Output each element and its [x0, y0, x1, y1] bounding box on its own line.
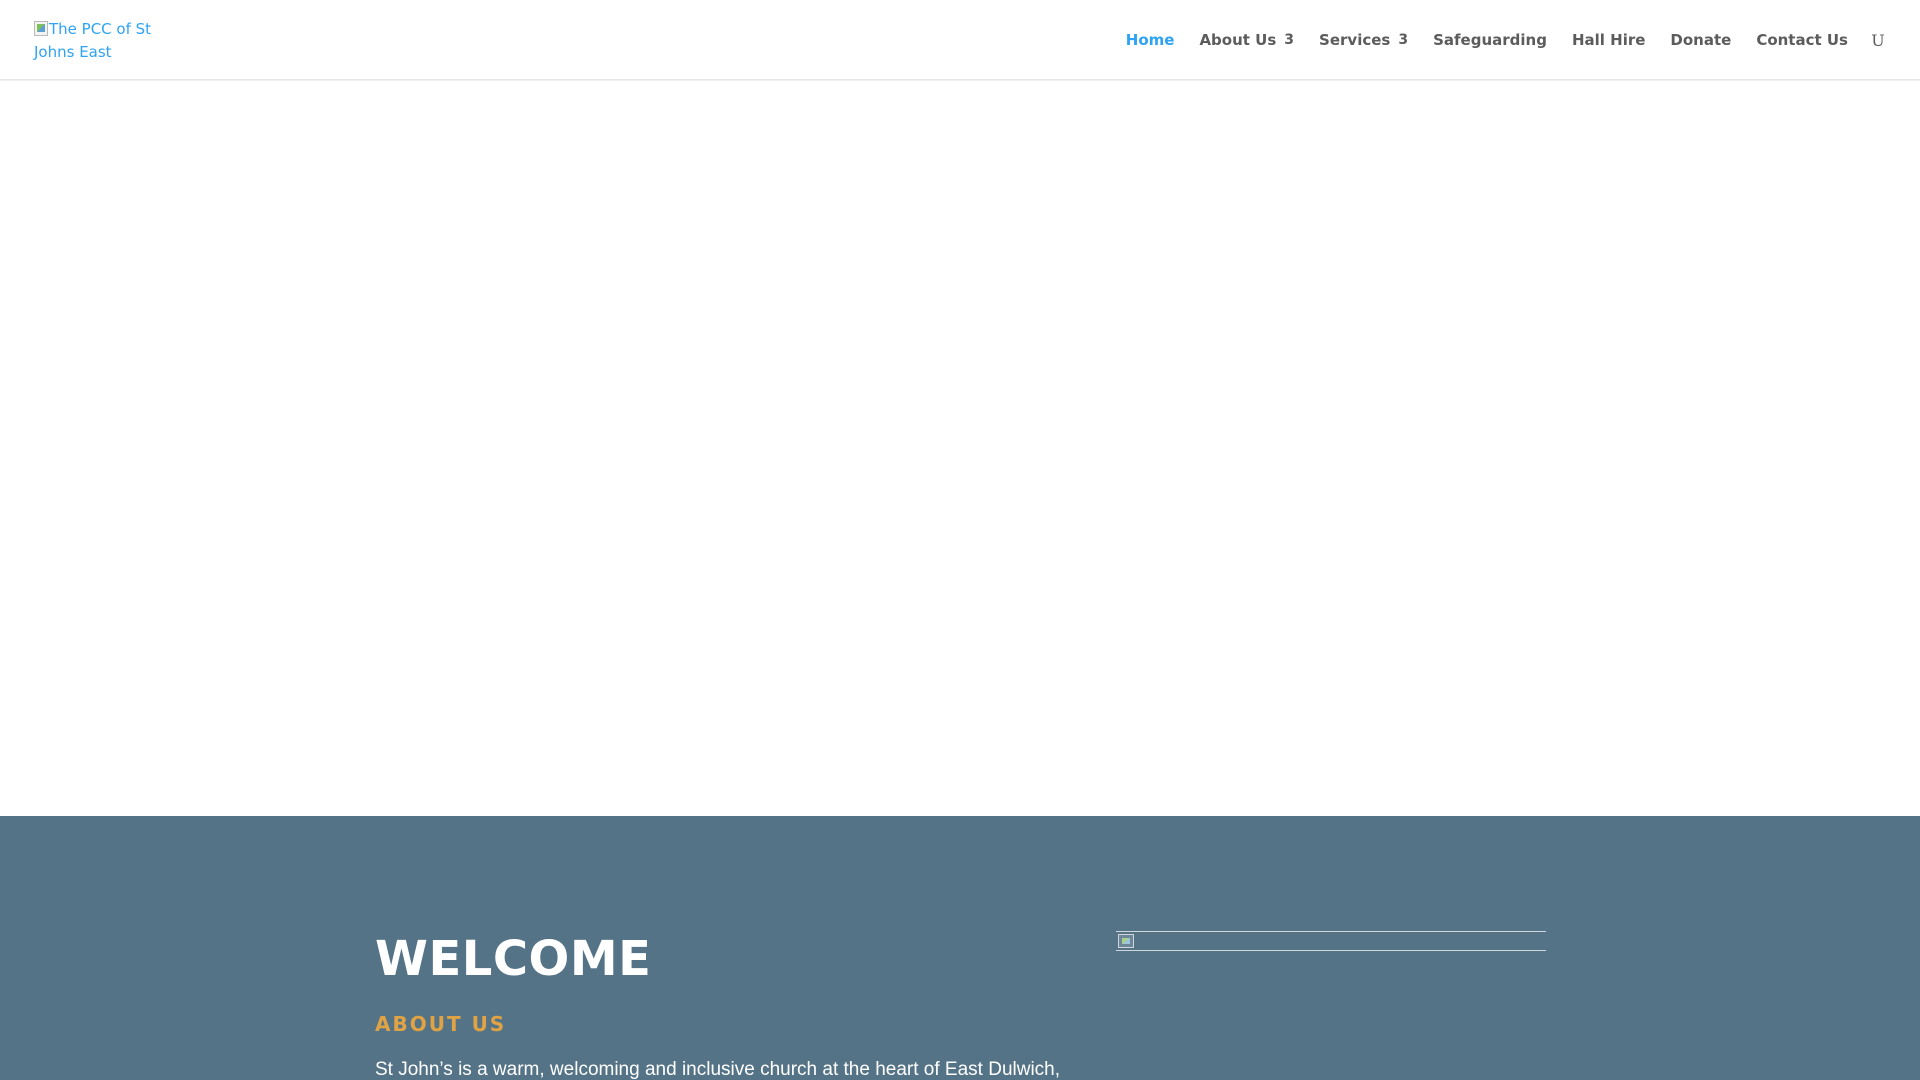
chevron-down-icon: 3 — [1284, 32, 1295, 48]
site-logo[interactable]: The PCC of St Johns East — [34, 18, 164, 64]
nav-item-services[interactable]: Services 3 — [1319, 31, 1408, 49]
hero-section — [0, 81, 1920, 816]
nav-item-safeguarding[interactable]: Safeguarding — [1433, 31, 1547, 49]
nav-item-hall-hire[interactable]: Hall Hire — [1572, 31, 1645, 49]
nav-item-donate[interactable]: Donate — [1670, 31, 1731, 49]
welcome-paragraph: St John’s is a warm, welcoming and inclu… — [375, 1059, 1061, 1080]
nav-item-label: Services — [1319, 31, 1391, 49]
about-us-subtitle: ABOUT US — [375, 1012, 507, 1036]
nav-item-label: About Us — [1199, 31, 1277, 49]
nav-item-about-us[interactable]: About Us 3 — [1199, 31, 1294, 49]
nav-item-label: Donate — [1670, 31, 1732, 49]
broken-image-icon — [1118, 934, 1134, 948]
welcome-image — [1116, 931, 1546, 951]
nav-item-home[interactable]: Home — [1126, 31, 1175, 49]
welcome-section: WELCOME ABOUT US St John’s is a warm, we… — [0, 816, 1920, 1080]
main-navigation: Home About Us 3 Services 3 Safeguarding … — [1101, 0, 1886, 80]
welcome-title: WELCOME — [375, 931, 652, 987]
broken-image-icon — [34, 21, 48, 36]
site-header: The PCC of St Johns East Home About Us 3… — [0, 0, 1920, 80]
nav-item-label: Hall Hire — [1571, 31, 1646, 49]
nav-item-label: Contact Us — [1756, 31, 1848, 49]
search-icon[interactable]: U — [1870, 31, 1886, 50]
nav-item-label: Safeguarding — [1433, 31, 1547, 49]
nav-item-label: Home — [1125, 31, 1175, 49]
nav-item-contact-us[interactable]: Contact Us — [1756, 31, 1848, 49]
chevron-down-icon: 3 — [1398, 32, 1409, 48]
logo-alt-text: The PCC of St Johns East — [34, 20, 152, 61]
